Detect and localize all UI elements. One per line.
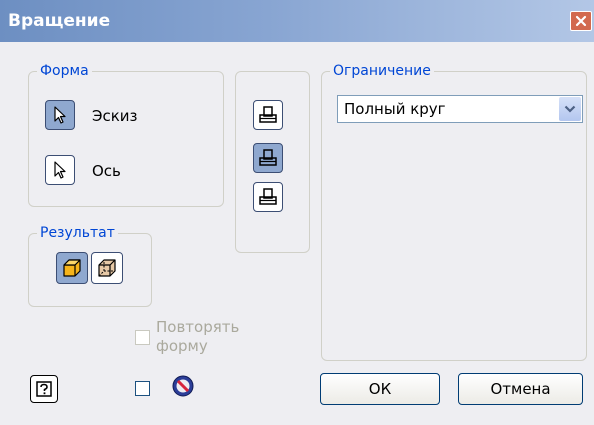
result-group: Результат [28, 224, 152, 307]
close-button[interactable] [570, 11, 592, 31]
chevron-down-icon [564, 105, 576, 113]
cut-operation-button[interactable] [253, 143, 283, 173]
surface-body-icon [98, 259, 116, 277]
no-preview-button[interactable] [171, 374, 195, 398]
repeat-shape-checkbox[interactable] [135, 330, 150, 345]
solid-output-button[interactable] [56, 252, 88, 284]
cursor-arrow-icon [54, 161, 66, 179]
help-icon [36, 381, 52, 397]
intersect-icon [259, 188, 277, 205]
axis-label: Ось [92, 162, 121, 180]
cancel-button[interactable]: Отмена [458, 373, 583, 405]
solid-body-icon [63, 259, 81, 277]
surface-output-button[interactable] [91, 252, 123, 284]
repeat-shape-label-line2: форму [156, 337, 208, 355]
ok-button[interactable]: ОК [320, 373, 440, 405]
shape-group-legend: Форма [37, 62, 92, 80]
result-group-legend: Результат [37, 224, 118, 242]
extents-group-legend: Ограничение [330, 62, 434, 80]
join-icon [259, 106, 277, 123]
cursor-arrow-icon [54, 106, 66, 124]
intersect-operation-button[interactable] [253, 182, 283, 212]
dialog-title: Вращение [8, 11, 111, 31]
revolve-dialog: Вращение Форма Эскиз Ось Результат Огран… [0, 0, 594, 425]
preview-checkbox[interactable] [135, 381, 150, 396]
sketch-label: Эскиз [92, 107, 138, 125]
axis-select-button[interactable] [45, 155, 75, 185]
shape-group: Форма [28, 62, 224, 207]
repeat-shape-label-line1: Повторять [156, 318, 240, 336]
extents-dropdown[interactable]: Полный круг [337, 95, 583, 123]
no-preview-icon [172, 375, 194, 397]
sketch-select-button[interactable] [45, 100, 75, 130]
extents-selected-value: Полный круг [344, 100, 446, 118]
join-operation-button[interactable] [253, 100, 283, 130]
cut-icon [259, 149, 277, 166]
help-button[interactable] [30, 375, 58, 403]
dropdown-arrow-button[interactable] [559, 97, 581, 121]
close-icon [575, 15, 587, 27]
title-bar[interactable]: Вращение [0, 0, 594, 42]
